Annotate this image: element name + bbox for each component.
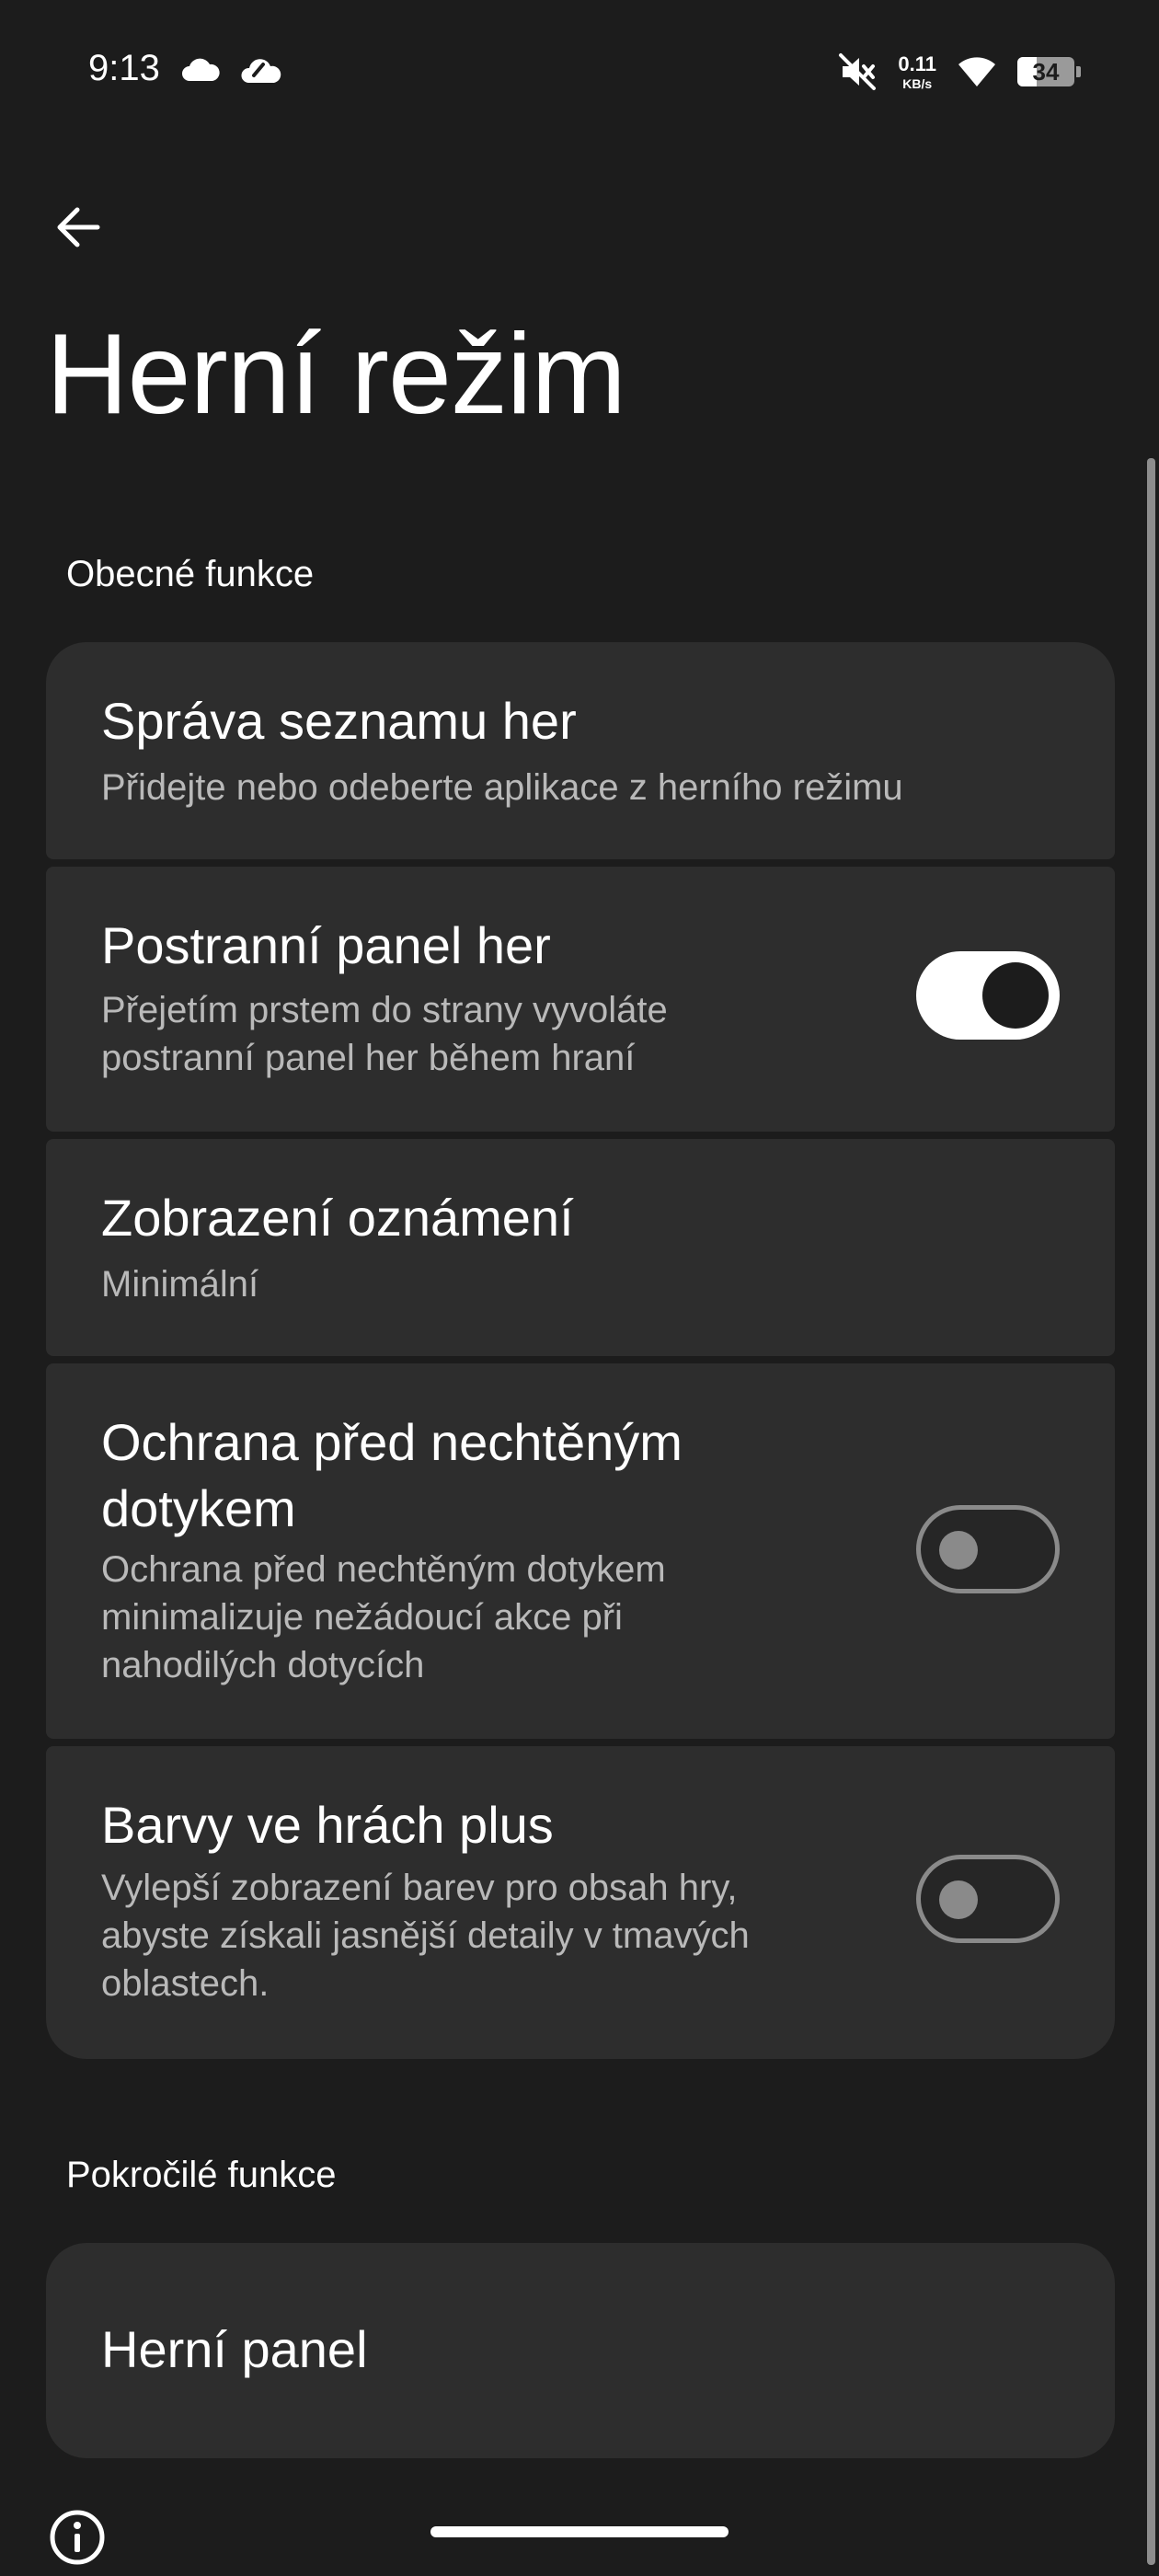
- info-icon: [50, 2510, 105, 2565]
- settings-item-subtitle-line: nahodilých dotycích: [101, 1645, 425, 1685]
- cloud-icon: [182, 58, 220, 81]
- settings-item-subtitle: Minimální: [101, 1264, 259, 1305]
- toggle-knob: [939, 1880, 978, 1919]
- status-notification-icons: [180, 57, 281, 85]
- toggle-knob: [982, 962, 1049, 1029]
- settings-item-subtitle-line: Ochrana před nechtěným dotykem: [101, 1549, 666, 1590]
- mute-icon: [839, 53, 877, 90]
- arrow-left-icon: [57, 207, 100, 247]
- info-button[interactable]: [48, 2508, 107, 2567]
- accidental-touch-toggle[interactable]: [916, 1505, 1060, 1593]
- settings-item-game-panel[interactable]: Herní panel: [46, 2243, 1115, 2458]
- settings-item-title-line: Ochrana před nechtěným: [101, 1413, 683, 1471]
- settings-item-subtitle-line: Přejetím prstem do strany vyvoláte: [101, 990, 668, 1030]
- settings-item-title: Správa seznamu her: [101, 692, 577, 750]
- status-system-icons: 0.11 KB/s 34: [837, 52, 1081, 92]
- settings-item-title: Zobrazení oznámení: [101, 1189, 574, 1247]
- settings-item-subtitle-line: Vylepší zobrazení barev pro obsah hry,: [101, 1868, 738, 1908]
- battery-icon: 34: [1017, 57, 1081, 86]
- wifi-icon: [958, 57, 995, 86]
- settings-item-subtitle-line: minimalizuje nežádoucí akce při: [101, 1597, 623, 1638]
- settings-item-title: Barvy ve hrách plus: [101, 1796, 554, 1854]
- scrollbar[interactable]: [1147, 458, 1155, 2565]
- game-sidebar-toggle[interactable]: [916, 951, 1060, 1040]
- section-label-advanced: Pokročilé funkce: [66, 2155, 337, 2195]
- settings-item-accidental-touch[interactable]: Ochrana před nechtěným dotykem Ochrana p…: [46, 1363, 1115, 1739]
- settings-item-subtitle-line: oblastech.: [101, 1963, 270, 2004]
- settings-item-subtitle-line: abyste získali jasnější detaily v tmavýc…: [101, 1915, 750, 1956]
- settings-item-title: Postranní panel her: [101, 916, 551, 974]
- status-time: 9:13: [88, 48, 160, 88]
- battery-level: 34: [1032, 57, 1060, 86]
- network-speed-unit: KB/s: [902, 75, 933, 91]
- settings-item-game-list[interactable]: Správa seznamu her Přidejte nebo odebert…: [46, 642, 1115, 859]
- settings-item-subtitle: Přidejte nebo odeberte aplikace z herníh…: [101, 767, 903, 808]
- settings-item-title-line: dotykem: [101, 1479, 296, 1537]
- settings-item-game-sidebar[interactable]: Postranní panel her Přejetím prstem do s…: [46, 867, 1115, 1132]
- toggle-knob: [939, 1531, 978, 1570]
- settings-item-game-colors-plus[interactable]: Barvy ve hrách plus Vylepší zobrazení ba…: [46, 1746, 1115, 2059]
- navigation-handle[interactable]: [430, 2526, 729, 2537]
- status-bar: 9:13 0.11 KB/s 34: [0, 0, 1159, 147]
- settings-item-title: Herní panel: [101, 2320, 368, 2378]
- settings-item-notification-display[interactable]: Zobrazení oznámení Minimální: [46, 1139, 1115, 1356]
- back-button[interactable]: [46, 195, 110, 259]
- game-colors-plus-toggle[interactable]: [916, 1855, 1060, 1943]
- network-speed: 0.11 KB/s: [898, 52, 936, 91]
- weather-cloud-icon: [241, 59, 281, 83]
- section-label-general: Obecné funkce: [66, 554, 315, 594]
- settings-item-subtitle-line: postranní panel her během hraní: [101, 1038, 636, 1078]
- page-title: Herní režim: [46, 311, 626, 438]
- network-speed-value: 0.11: [898, 52, 936, 75]
